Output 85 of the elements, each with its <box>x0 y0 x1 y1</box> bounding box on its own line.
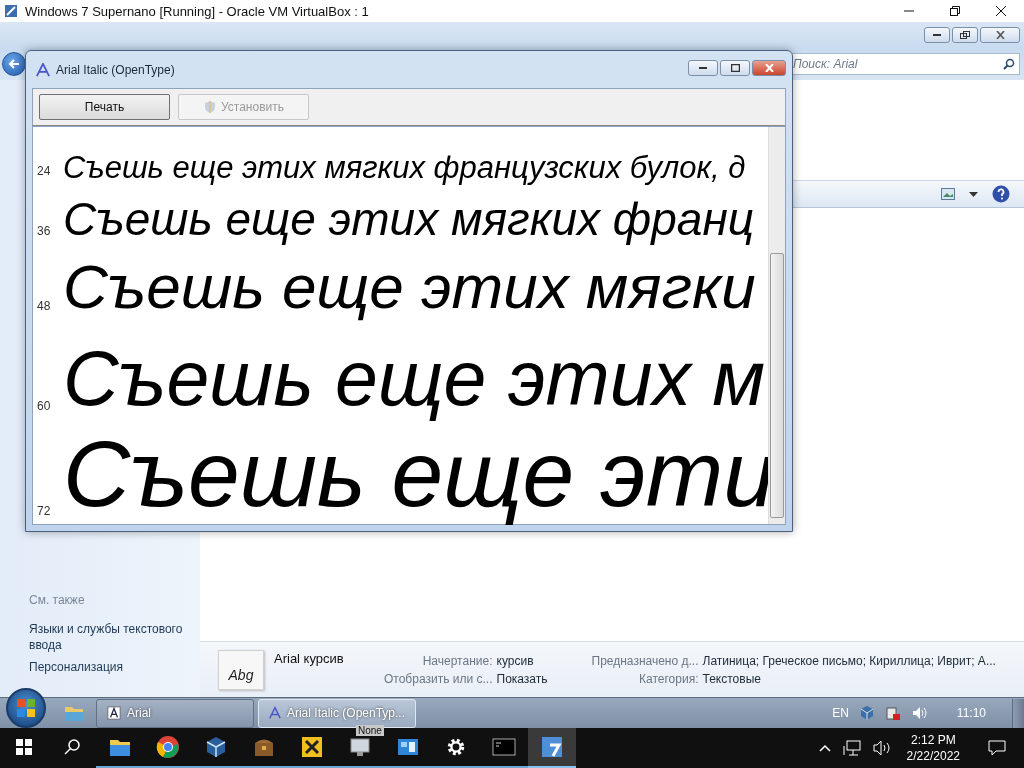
sample-text: Съешь еще этих м <box>63 334 766 421</box>
back-arrow-icon <box>8 58 20 70</box>
chrome-icon <box>156 735 180 759</box>
close-icon <box>764 64 774 72</box>
detail-value: Показать <box>496 671 548 686</box>
sidebar-link[interactable]: Персонализация <box>29 659 196 675</box>
print-button[interactable]: Печать <box>39 94 170 120</box>
close-button[interactable] <box>980 27 1020 43</box>
window-title: Arial Italic (OpenType) <box>56 62 176 77</box>
window-title: Windows 7 Supernano [Running] - Oracle VM VirtualBox : 1 <box>25 3 370 19</box>
windows-logo-icon <box>16 698 36 718</box>
terminal-icon <box>492 735 516 759</box>
detail-value: Текстовые <box>702 671 762 686</box>
network-error-icon <box>884 705 901 721</box>
windows-seven-icon <box>540 735 564 759</box>
maximize-icon <box>730 64 740 72</box>
monitor-icon <box>348 735 372 759</box>
restore-icon <box>960 31 970 39</box>
minimize-button[interactable] <box>924 27 950 43</box>
taskbar-app-button[interactable] <box>528 728 576 768</box>
network-icon <box>842 740 861 756</box>
sample-text: Съешь еще этих мягких французских булок, д <box>63 151 746 186</box>
detail-label: Предназначено д... <box>591 653 699 668</box>
scrollbar[interactable] <box>768 127 785 524</box>
folder-icon <box>64 704 84 722</box>
font-name: Arial курсив <box>274 651 345 666</box>
detail-value: курсив <box>496 653 535 668</box>
speaker-icon <box>910 705 927 721</box>
font-file-icon <box>107 706 121 720</box>
taskbar-task[interactable]: Arial <box>96 698 254 728</box>
volume-button[interactable] <box>872 740 891 756</box>
restore-button[interactable] <box>952 27 978 43</box>
arrows-icon <box>300 735 324 759</box>
chevron-up-button[interactable] <box>818 744 831 752</box>
sample-text: Съешь еще эти <box>63 421 775 526</box>
speech-bubble-icon <box>988 740 1006 756</box>
font-icon <box>36 62 50 77</box>
help-icon <box>992 185 1010 203</box>
back-button[interactable] <box>2 52 26 76</box>
detail-label: Категория: <box>638 671 699 686</box>
dropdown-button[interactable] <box>969 191 978 197</box>
size-label: 24 <box>36 164 52 180</box>
detail-label: Отобразить или с... <box>384 671 493 686</box>
help-button[interactable] <box>992 185 1010 203</box>
speaker-icon <box>872 740 891 756</box>
detail-value: Латиница; Греческое письмо; Кириллица; Иврит; А... <box>702 653 996 668</box>
caret-icon <box>969 191 978 197</box>
tooltip: None <box>356 725 384 736</box>
notifications-button[interactable] <box>988 740 1006 756</box>
clock[interactable]: 2:12 PM 2/22/2022 <box>906 732 960 764</box>
sample-text: Съешь еще этих мягких франц <box>63 194 754 246</box>
minimize-icon <box>699 66 707 70</box>
search-icon <box>1003 58 1015 70</box>
size-label: 48 <box>36 299 52 315</box>
virtualbox-logo-icon <box>3 3 19 19</box>
minimize-button[interactable] <box>688 60 718 76</box>
windows-logo-icon <box>16 739 32 755</box>
thumbnail-text: Abg <box>228 666 254 683</box>
close-icon <box>995 31 1005 39</box>
scrollbar-thumb[interactable] <box>770 253 784 518</box>
chevron-up-icon <box>818 744 831 752</box>
cube-icon <box>858 705 875 721</box>
see-also-heading: См. также <box>29 593 86 607</box>
maximize-button[interactable] <box>720 60 750 76</box>
cube-icon <box>204 735 228 759</box>
shield-icon <box>203 100 217 114</box>
picture-icon <box>941 188 955 200</box>
start-button[interactable] <box>6 688 46 728</box>
clock[interactable]: 11:10 <box>956 706 986 720</box>
sample-text: Съешь еще этих мягки <box>63 251 756 321</box>
close-button[interactable] <box>752 60 786 76</box>
font-icon <box>269 706 281 720</box>
sidebar-link[interactable]: Языки и службы текстового ввода <box>29 621 196 653</box>
language-indicator[interactable]: EN <box>832 706 849 720</box>
detail-label: Начертание: <box>421 653 493 668</box>
size-label: 72 <box>36 504 52 520</box>
search-icon <box>64 739 80 755</box>
size-label: 36 <box>36 224 52 240</box>
minimize-icon <box>933 33 941 37</box>
settings-icon <box>445 736 467 758</box>
close-icon <box>996 6 1006 16</box>
restore-icon <box>950 6 960 16</box>
network-button[interactable] <box>842 740 861 756</box>
view-button[interactable] <box>941 188 955 200</box>
size-label: 60 <box>36 399 52 415</box>
